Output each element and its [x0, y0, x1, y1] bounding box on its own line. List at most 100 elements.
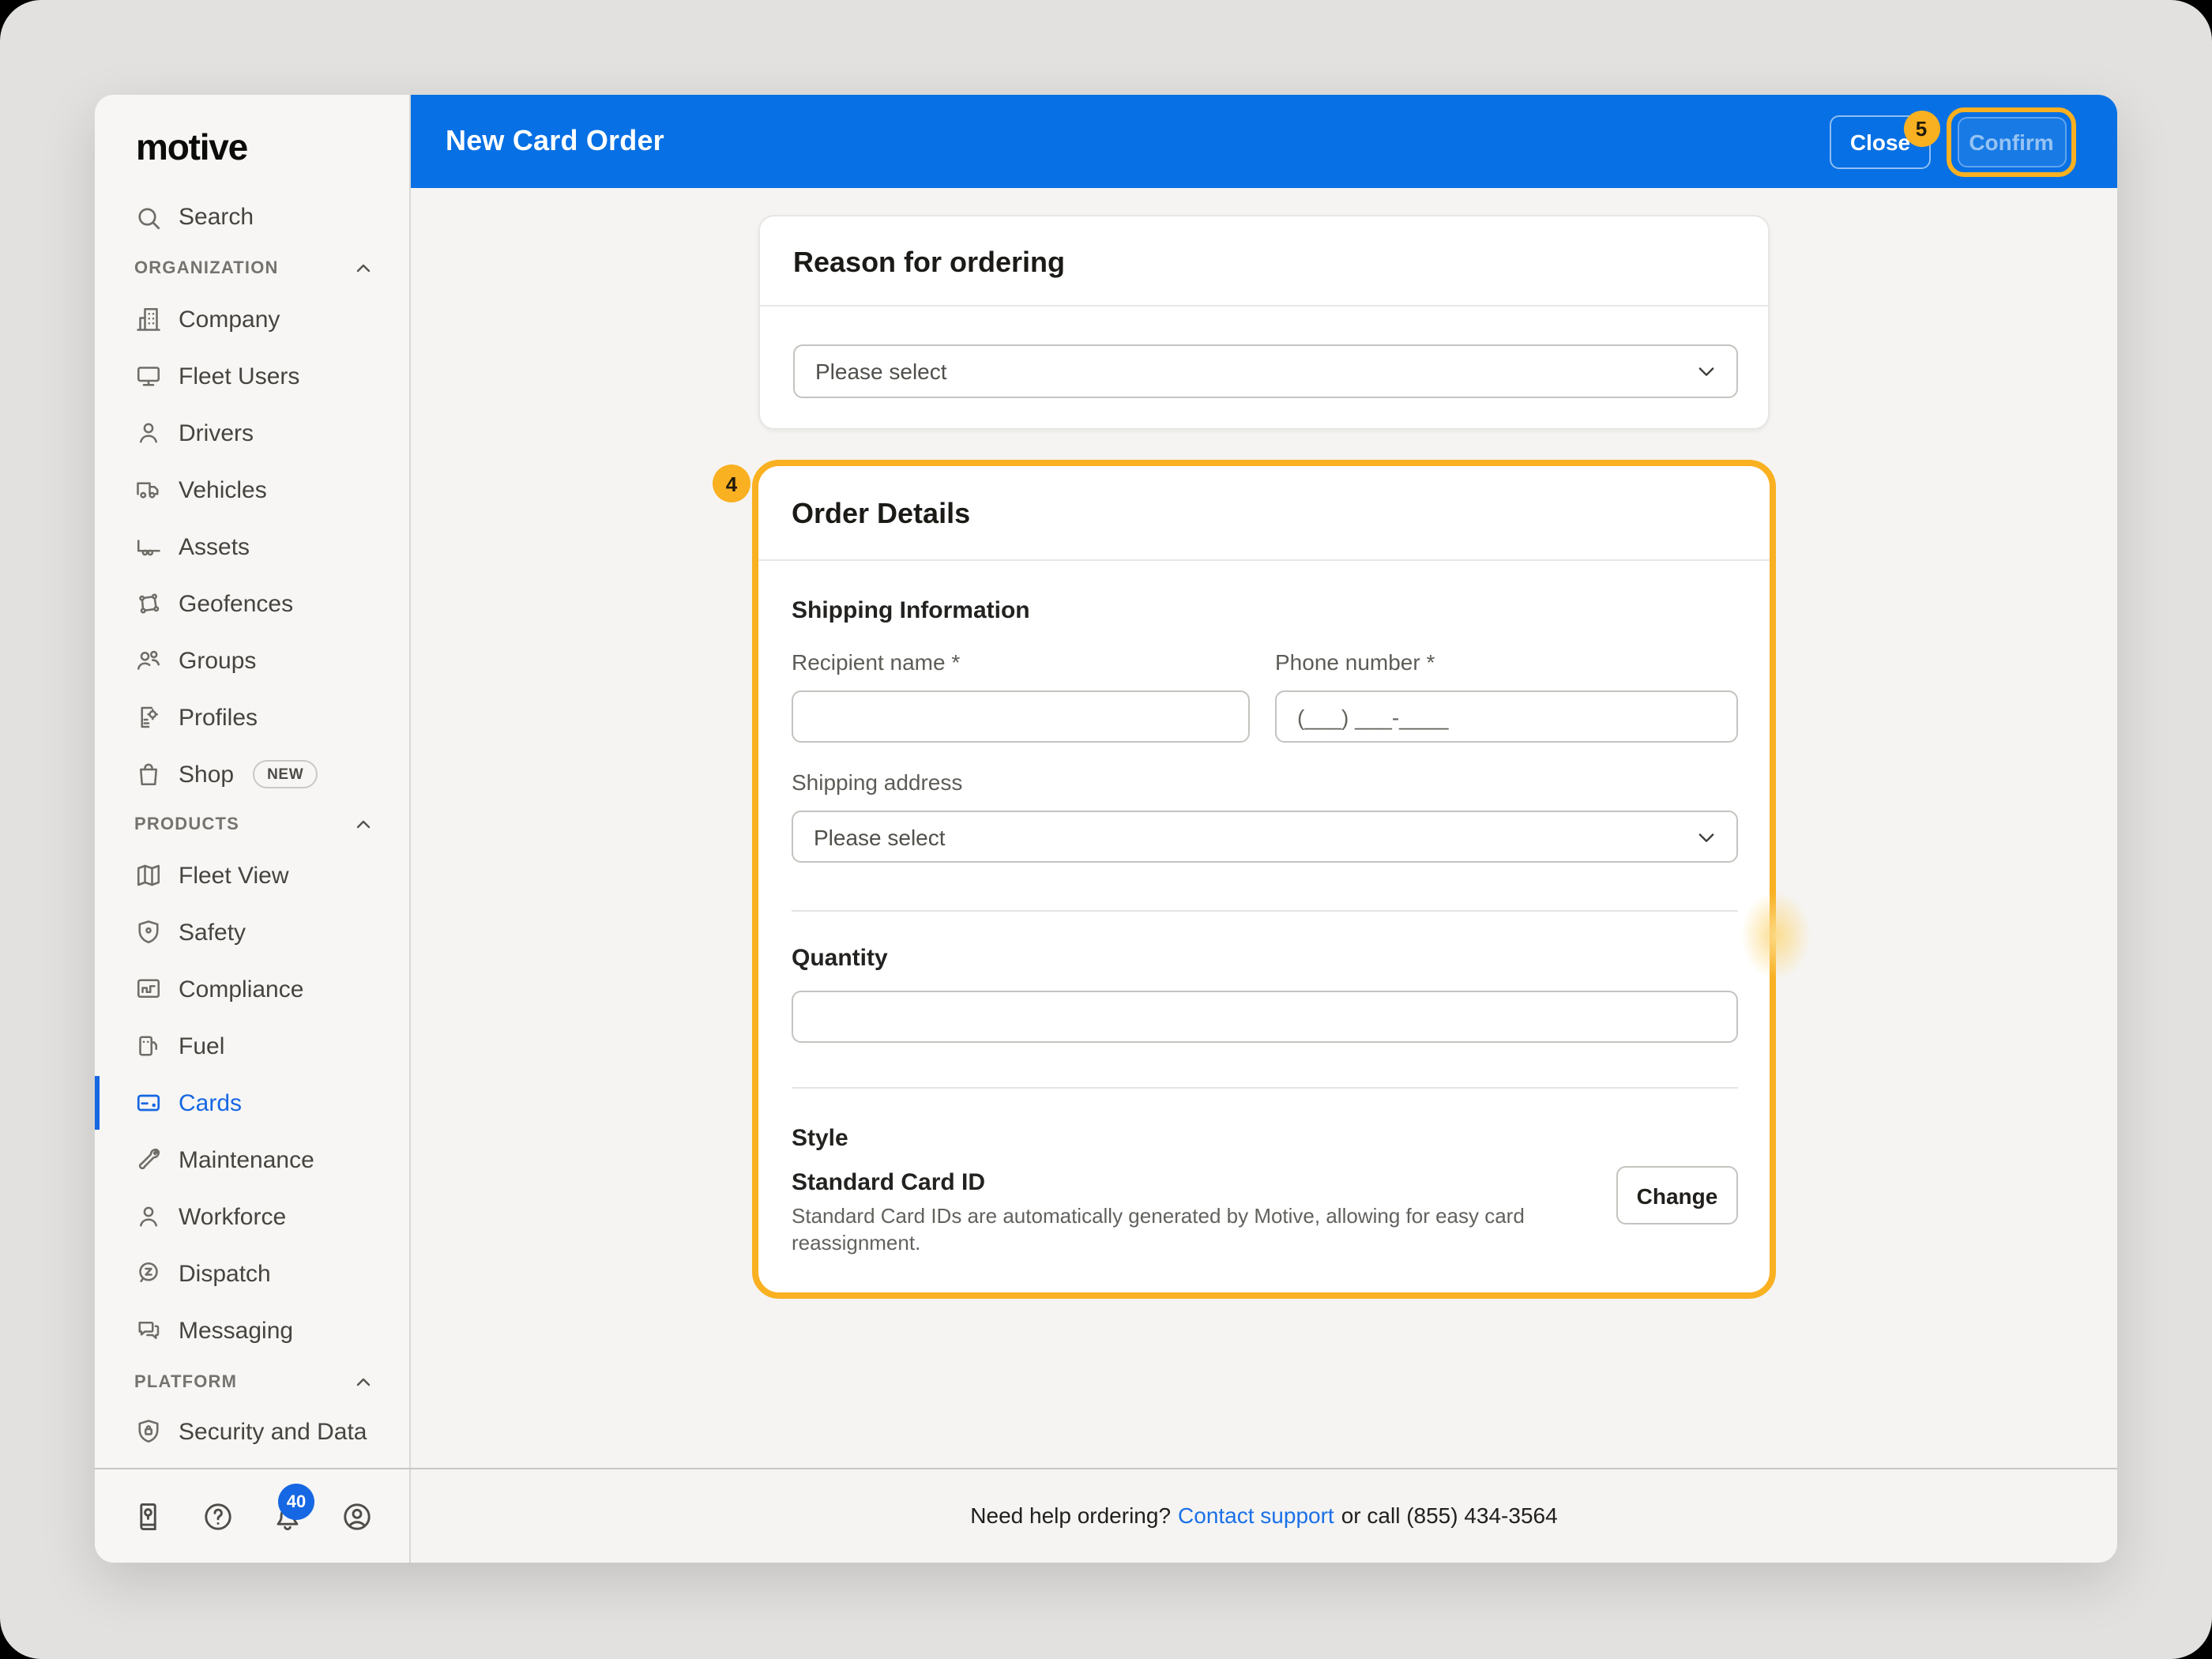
- people-icon: [134, 646, 163, 675]
- dispatch-pin-icon: [134, 1259, 163, 1288]
- section-label: PLATFORM: [134, 1373, 238, 1392]
- sidebar-item-assets[interactable]: Assets: [95, 518, 411, 575]
- change-button[interactable]: Change: [1616, 1166, 1738, 1224]
- sidebar-item-profiles[interactable]: Profiles: [95, 689, 411, 746]
- chevron-down-icon: [1695, 826, 1717, 848]
- sidebar-item-search[interactable]: Search: [95, 189, 411, 246]
- sidebar-item-security-and-data[interactable]: Security and Data: [95, 1403, 411, 1460]
- person-icon: [134, 419, 163, 447]
- quantity-label: Quantity: [792, 945, 888, 972]
- sidebar-item-maintenance[interactable]: Maintenance: [95, 1131, 411, 1188]
- chevron-up-icon: [354, 815, 373, 834]
- sidebar-item-company[interactable]: Company: [95, 291, 411, 348]
- footer-text: or call (855) 434-3564: [1341, 1503, 1558, 1528]
- chevron-down-icon: [1695, 360, 1717, 382]
- sidebar-item-label: Messaging: [179, 1317, 294, 1344]
- order-card-title: Order Details: [792, 498, 971, 529]
- profile-gear-icon: [134, 703, 163, 732]
- sidebar-item-label: Compliance: [179, 976, 304, 1003]
- person-icon: [134, 1202, 163, 1231]
- shipping-address-select[interactable]: Please select: [792, 811, 1738, 863]
- contact-support-link[interactable]: Contact support: [1178, 1503, 1334, 1528]
- sidebar-item-label: Maintenance: [179, 1146, 314, 1173]
- sidebar-item-workforce[interactable]: Workforce: [95, 1188, 411, 1245]
- compliance-icon: [134, 975, 163, 1003]
- confirm-button[interactable]: Confirm: [1957, 117, 2066, 167]
- sidebar-item-label: Safety: [179, 919, 246, 946]
- annotation-badge-4: 4: [713, 465, 750, 502]
- sidebar-item-geofences[interactable]: Geofences: [95, 575, 411, 632]
- sidebar-item-label: Fleet Users: [179, 363, 300, 389]
- sidebar-item-groups[interactable]: Groups: [95, 632, 411, 689]
- new-badge: NEW: [253, 760, 318, 788]
- search-icon: [134, 203, 163, 231]
- sidebar-item-dispatch[interactable]: Dispatch: [95, 1245, 411, 1302]
- sidebar-item-shop[interactable]: Shop NEW: [95, 746, 411, 803]
- app-window: motive Search ORGANIZATION Company Fleet…: [95, 95, 2117, 1563]
- sidebar-item-label: Search: [179, 204, 254, 231]
- chevron-up-icon: [354, 1373, 373, 1392]
- credit-card-icon: [134, 1089, 163, 1117]
- notification-badge: 40: [278, 1484, 314, 1520]
- map-icon: [134, 861, 163, 890]
- sidebar-item-drivers[interactable]: Drivers: [95, 404, 411, 461]
- page-title: New Card Order: [446, 125, 664, 156]
- select-value: Please select: [815, 359, 947, 384]
- sidebar-item-label: Profiles: [179, 704, 258, 731]
- sidebar-item-fleet-view[interactable]: Fleet View: [95, 847, 411, 904]
- sidebar-item-compliance[interactable]: Compliance: [95, 961, 411, 1018]
- sidebar-item-label: Drivers: [179, 419, 254, 446]
- sidebar-item-label: Cards: [179, 1089, 243, 1116]
- sidebar-item-label: Vehicles: [179, 476, 267, 503]
- shipping-heading: Shipping Information: [792, 597, 1030, 624]
- help-icon[interactable]: [201, 1499, 235, 1534]
- chevron-up-icon: [354, 259, 373, 278]
- reason-card-title: Reason for ordering: [793, 246, 1066, 278]
- sidebar-item-label: Shop: [179, 761, 235, 788]
- trailer-icon: [134, 532, 163, 561]
- phone-label: Phone number *: [1275, 649, 1435, 675]
- sidebar-item-fleet-users[interactable]: Fleet Users: [95, 348, 411, 404]
- sidebar-item-label: Company: [179, 306, 280, 333]
- divider: [758, 559, 1770, 561]
- sidebar-section-organization[interactable]: ORGANIZATION: [95, 253, 411, 284]
- sidebar-item-label: Fleet View: [179, 862, 289, 889]
- shield-icon: [134, 918, 163, 946]
- motive-logo: motive: [136, 126, 248, 167]
- sidebar-item-label: Groups: [179, 647, 257, 674]
- style-name: Standard Card ID: [792, 1169, 986, 1196]
- select-value: Please select: [814, 824, 946, 849]
- divider: [792, 910, 1738, 912]
- recipient-label: Recipient name *: [792, 649, 961, 675]
- shield-lock-icon: [134, 1417, 163, 1446]
- sidebar-item-label: Geofences: [179, 590, 294, 617]
- recipient-name-input[interactable]: [792, 690, 1250, 743]
- reason-card: Reason for ordering Please select: [758, 215, 1770, 430]
- divider: [792, 1087, 1738, 1089]
- sidebar-section-products[interactable]: PRODUCTS: [95, 809, 411, 841]
- truck-icon: [134, 476, 163, 504]
- sidebar-item-messaging[interactable]: Messaging: [95, 1302, 411, 1359]
- annotation-badge-5: 5: [1903, 111, 1939, 147]
- sidebar-item-label: Workforce: [179, 1203, 287, 1230]
- sidebar-item-safety[interactable]: Safety: [95, 904, 411, 961]
- section-label: PRODUCTS: [134, 815, 240, 834]
- shipping-address-label: Shipping address: [792, 769, 963, 795]
- quantity-input[interactable]: [792, 991, 1738, 1043]
- reason-select[interactable]: Please select: [793, 344, 1738, 398]
- sidebar-item-fuel[interactable]: Fuel: [95, 1018, 411, 1074]
- sidebar-item-label: Fuel: [179, 1033, 225, 1059]
- sidebar-item-cards[interactable]: Cards: [95, 1074, 411, 1131]
- style-description: Standard Card IDs are automatically gene…: [792, 1204, 1525, 1254]
- chat-icon: [134, 1316, 163, 1345]
- monitor-icon: [134, 362, 163, 390]
- footer-text: Need help ordering?: [970, 1503, 1172, 1528]
- sidebar-item-vehicles[interactable]: Vehicles: [95, 461, 411, 518]
- sidebar-section-platform[interactable]: PLATFORM: [95, 1367, 411, 1398]
- sidebar-item-label: Assets: [179, 533, 250, 560]
- guide-icon[interactable]: [131, 1499, 166, 1534]
- phone-number-input[interactable]: [1275, 690, 1738, 743]
- sidebar: motive Search ORGANIZATION Company Fleet…: [95, 95, 411, 1563]
- geofence-icon: [134, 589, 163, 618]
- avatar-icon[interactable]: [339, 1499, 374, 1534]
